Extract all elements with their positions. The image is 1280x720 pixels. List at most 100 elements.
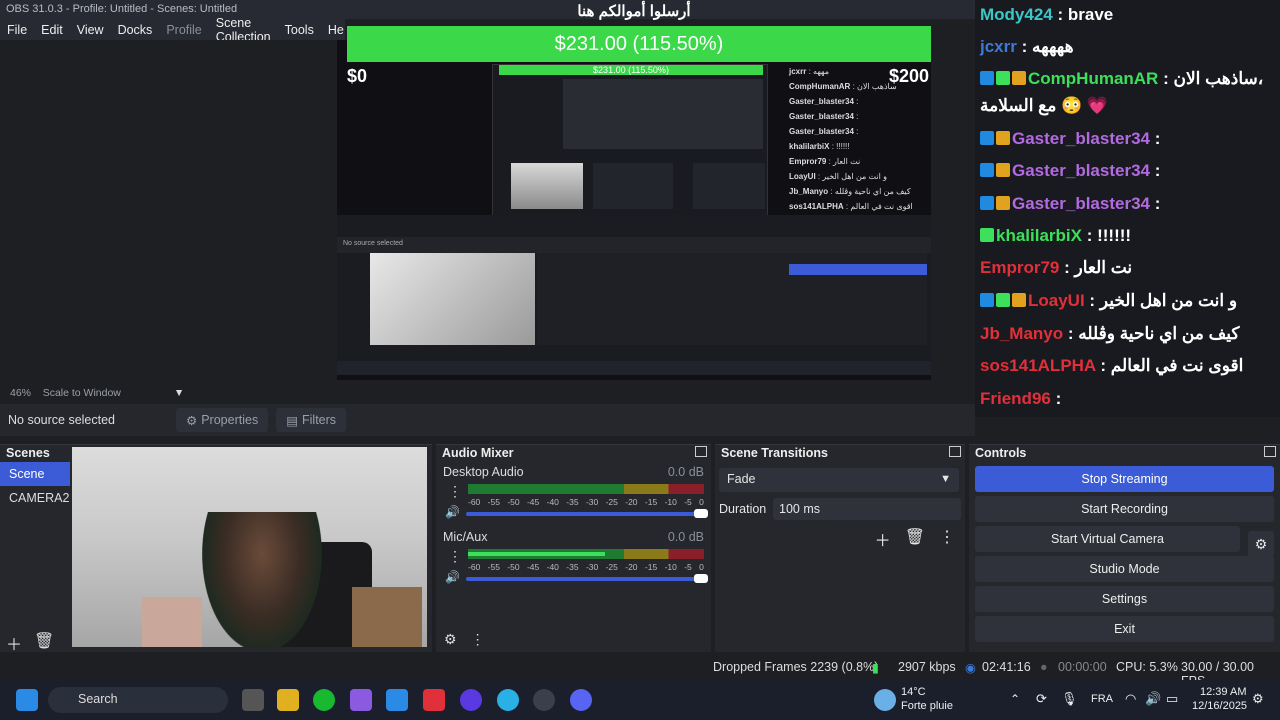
chrome-icon[interactable] [533,689,555,711]
volume-icon[interactable]: 🔊 [1145,691,1161,707]
gear-icon: ⚙ [186,413,198,428]
weather-icon[interactable] [874,689,896,711]
scene-item-scene[interactable]: Scene [0,462,70,486]
scale-tick: -15 [644,562,658,572]
add-transition-icon[interactable]: ＋ [875,527,891,551]
chat-username[interactable]: CompHumanAR [1028,69,1158,88]
copilot-icon[interactable] [350,689,372,711]
chat-username[interactable]: LoayUI [1028,291,1085,310]
add-scene-icon[interactable]: ＋ [6,631,22,655]
wifi-icon[interactable]: ◠ [1125,691,1136,707]
chat-username[interactable]: Empror79 [980,258,1059,277]
microphone-icon[interactable]: 🎙 [1061,691,1078,707]
studio-mode-button[interactable]: Studio Mode [975,556,1274,582]
scale-mode[interactable]: Scale to Window [43,387,121,399]
chat-username[interactable]: sos141ALPHA [980,356,1096,375]
chat-username[interactable]: Mody424 [980,5,1053,24]
channel-db: 0.0 dB [667,465,704,479]
file-explorer-icon[interactable] [277,689,299,711]
speaker-icon[interactable]: 🔊 [445,570,460,584]
scenes-tools: ＋ 🗑 [6,631,54,655]
start-recording-button[interactable]: Start Recording [975,496,1274,522]
notification-icon[interactable]: ⚙ [1252,691,1264,707]
mixer-menu-icon[interactable]: ⋮ [471,631,485,648]
exit-button[interactable]: Exit [975,616,1274,642]
chevron-up-icon[interactable]: ⌃ [1010,692,1020,706]
obs-icon[interactable] [460,689,482,711]
preview-footer: 46% Scale to Window ▼ [0,385,975,402]
badge-icon [1012,293,1026,307]
chat-username[interactable]: khalilarbiX [996,226,1082,245]
menu-tools[interactable]: Tools [278,23,321,37]
popout-icon[interactable] [1264,446,1276,457]
discord-icon[interactable] [570,689,592,711]
store-icon[interactable] [386,689,408,711]
menu-profile[interactable]: Profile [159,23,208,37]
slider-knob[interactable] [694,509,708,518]
chat-username[interactable]: Gaster_blaster34 [1012,161,1150,180]
edge-icon[interactable] [497,689,519,711]
mini-chat-message: Gaster_blaster34 : [789,124,929,139]
volume-slider[interactable] [466,574,708,583]
channel-menu-icon[interactable]: ⋮ [448,549,462,563]
gear-icon[interactable]: ⚙ [1248,531,1274,557]
mini-chat-username: jcxrr [789,67,807,76]
xbox-icon[interactable] [313,689,335,711]
stop-streaming-button[interactable]: Stop Streaming [975,466,1274,492]
task-view-icon[interactable] [242,689,264,711]
filters-button[interactable]: ▤ Filters [276,408,347,432]
speaker-icon[interactable]: 🔊 [445,505,460,519]
popout-icon[interactable] [949,446,961,457]
chat-text: : [1154,161,1161,180]
mini-chat-username: sos141ALPHA [789,202,844,211]
menu-file[interactable]: File [0,23,34,37]
clock-time[interactable]: 12:39 AM [1200,686,1246,698]
scene-item-camera2[interactable]: CAMERA2 [0,486,70,510]
battery-icon[interactable]: ▭ [1166,691,1178,707]
transition-menu-icon[interactable]: ⋮ [939,527,955,551]
start-virtual-camera-button[interactable]: Start Virtual Camera [975,526,1240,552]
chat-username[interactable]: Jb_Manyo [980,324,1063,343]
clock-date[interactable]: 12/16/2025 [1192,700,1247,712]
slider-knob[interactable] [694,574,708,583]
nested-webcam-large [370,253,535,345]
chat-username[interactable]: Friend96 [980,389,1051,408]
menu-edit[interactable]: Edit [34,23,70,37]
transition-select[interactable]: Fade ▼ [719,468,959,492]
menubar: File Edit View Docks Profile Scene Colle… [0,16,345,44]
chevron-down-icon[interactable]: ▼ [174,387,184,399]
mixer-settings-icon[interactable]: ⚙ [444,631,457,648]
scale-tick: -30 [585,497,599,507]
taskbar-search[interactable]: Search [48,687,228,713]
chat-message: Mody424 : brave [980,5,1113,35]
delete-transition-icon[interactable]: 🗑 [905,527,925,551]
program-preview[interactable]: أرسلوا أموالكم هنا $231.00 (115.50%) $0 … [337,3,931,380]
chat-username[interactable]: Gaster_blaster34 [1012,194,1150,213]
source-toolbar: No source selected ⚙ Properties ▤ Filters [0,404,975,436]
no-source-label: No source selected [8,413,116,427]
chat-username[interactable]: jcxrr [980,37,1017,56]
chat-text: : brave [1057,5,1114,24]
anydesk-icon[interactable] [423,689,445,711]
duration-input[interactable]: 100 ms [773,498,961,520]
volume-slider[interactable] [466,509,708,518]
chat-text: : كيف من اي ناحية وڤلله [1067,324,1240,343]
menu-view[interactable]: View [70,23,111,37]
chat-username[interactable]: Gaster_blaster34 [1012,129,1150,148]
menu-docks[interactable]: Docks [111,23,160,37]
properties-button[interactable]: ⚙ Properties [176,408,269,432]
mini-chat-username: khalilarbiX [789,142,830,151]
badge-icon [980,228,994,242]
filters-label: Filters [302,413,337,427]
chat-text: : ساذهب الان، [1163,69,1264,88]
language-indicator[interactable]: FRA [1091,693,1113,705]
transition-selected: Fade [727,472,756,486]
windows-start-icon[interactable] [16,689,38,711]
taskbar-search-label: Search [78,692,118,706]
delete-scene-icon[interactable]: 🗑 [34,631,54,655]
settings-button[interactable]: Settings [975,586,1274,612]
channel-menu-icon[interactable]: ⋮ [448,484,462,498]
network-tray-icon[interactable]: ⟳ [1036,691,1047,707]
popout-icon[interactable] [695,446,707,457]
transitions-title: Scene Transitions [715,445,965,462]
